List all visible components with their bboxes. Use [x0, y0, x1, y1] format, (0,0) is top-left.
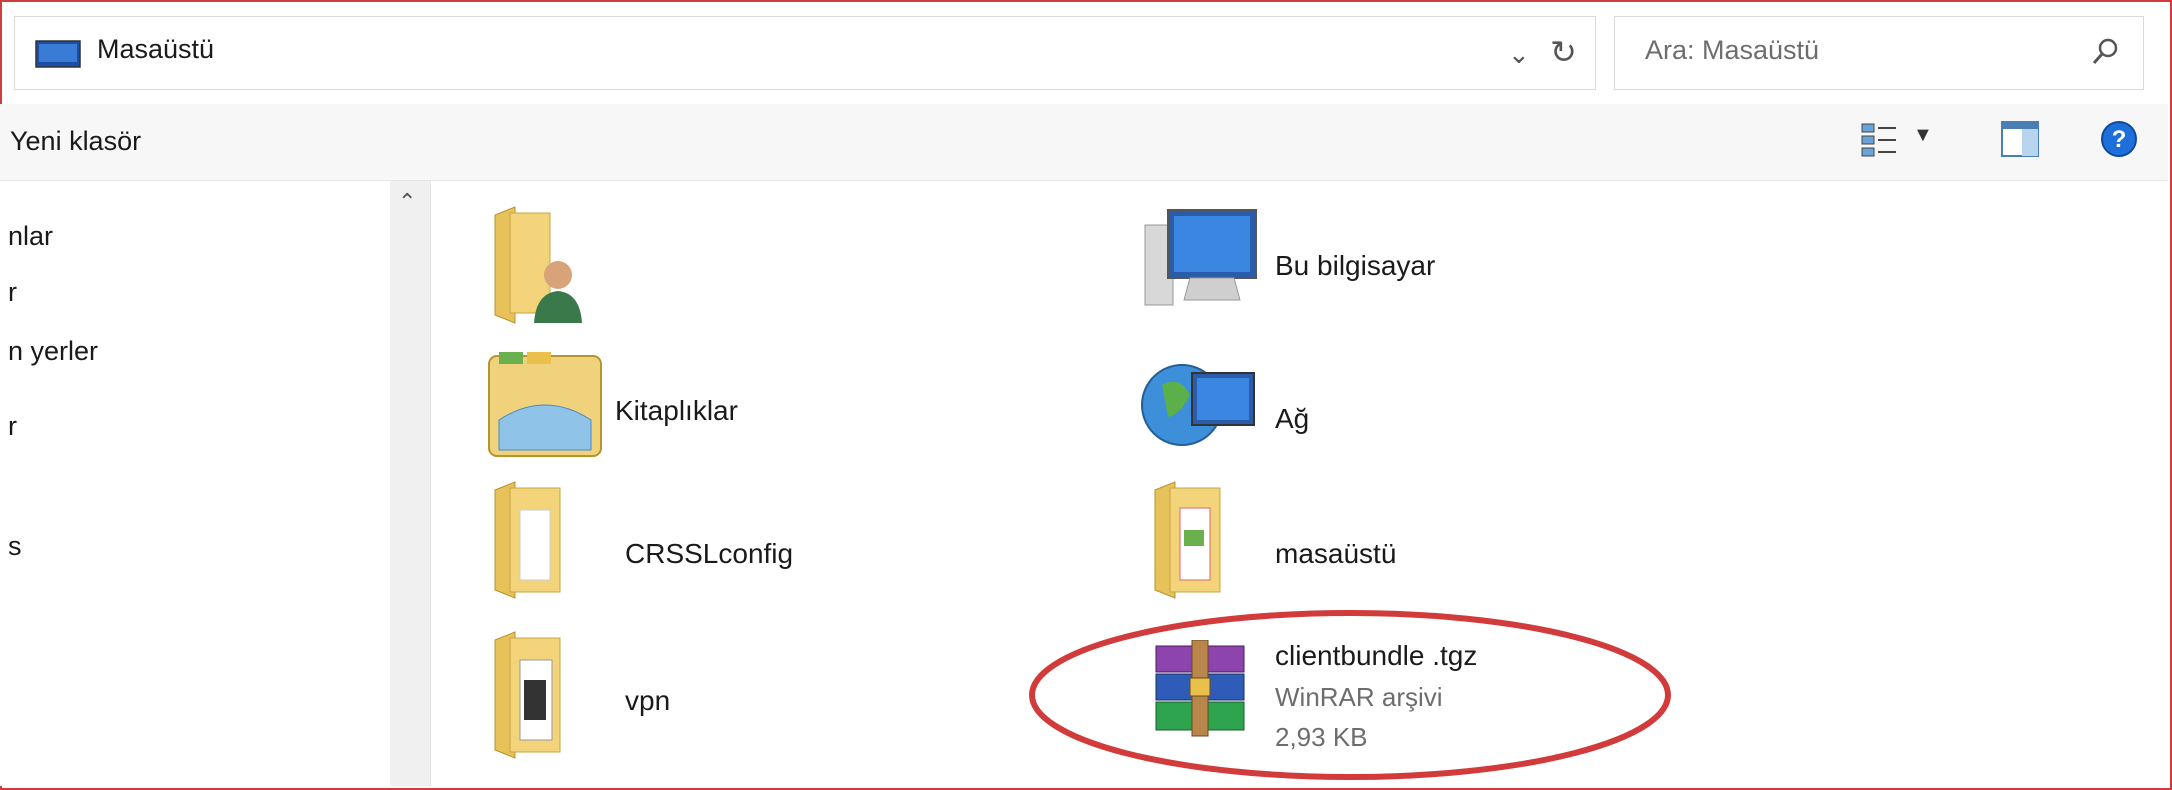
- pane-divider: [430, 181, 431, 786]
- search-box[interactable]: Ara: Masaüstü: [1614, 16, 2144, 90]
- network-icon: [1141, 364, 1255, 446]
- folder-icon: [1154, 481, 1221, 599]
- view-options-icon[interactable]: [1860, 121, 1900, 159]
- new-folder-button[interactable]: Yeni klasör: [10, 126, 141, 157]
- search-placeholder: Ara: Masaüstü: [1645, 35, 1820, 65]
- file-name: vpn: [625, 685, 671, 716]
- address-dropdown-icon[interactable]: ⌄: [1508, 39, 1530, 70]
- file-name: Kitaplıklar: [615, 395, 738, 426]
- nav-item[interactable]: r: [8, 277, 17, 308]
- search-icon[interactable]: [2089, 35, 2123, 69]
- file-name: Bu bilgisayar: [1275, 250, 1436, 281]
- nav-item[interactable]: nlar: [8, 221, 53, 252]
- address-bar[interactable]: Masaüstü ⌄ ↻: [14, 16, 1596, 90]
- view-options-dropdown-icon[interactable]: ▼: [1913, 124, 1933, 147]
- nav-item[interactable]: r: [8, 411, 17, 442]
- file-name: masaüstü: [1275, 538, 1397, 569]
- preview-pane-icon[interactable]: [2000, 120, 2040, 158]
- address-path: Masaüstü: [97, 34, 215, 64]
- libraries-icon: [488, 352, 602, 457]
- folder-icon: [494, 481, 561, 599]
- computer-icon: [1144, 209, 1257, 306]
- nav-scrollbar[interactable]: ⌃: [390, 181, 430, 786]
- file-name: Ağ: [1275, 403, 1310, 434]
- user-folder-icon: [494, 206, 582, 324]
- help-icon[interactable]: ?: [2100, 120, 2138, 158]
- refresh-icon[interactable]: ↻: [1550, 33, 1577, 71]
- file-name: CRSSLconfig: [625, 538, 794, 569]
- scroll-up-icon[interactable]: ⌃: [398, 189, 416, 215]
- navigation-pane: nlar r n yerler r s: [0, 181, 390, 786]
- annotation-ellipse: [1029, 610, 1671, 780]
- nav-item[interactable]: n yerler: [8, 336, 98, 367]
- nav-item[interactable]: s: [8, 531, 22, 562]
- folder-icon: [494, 631, 561, 759]
- svg-text:?: ?: [2112, 126, 2127, 153]
- command-bar: Yeni klasör ▼ ?: [0, 104, 2168, 181]
- desktop-icon: [35, 40, 81, 68]
